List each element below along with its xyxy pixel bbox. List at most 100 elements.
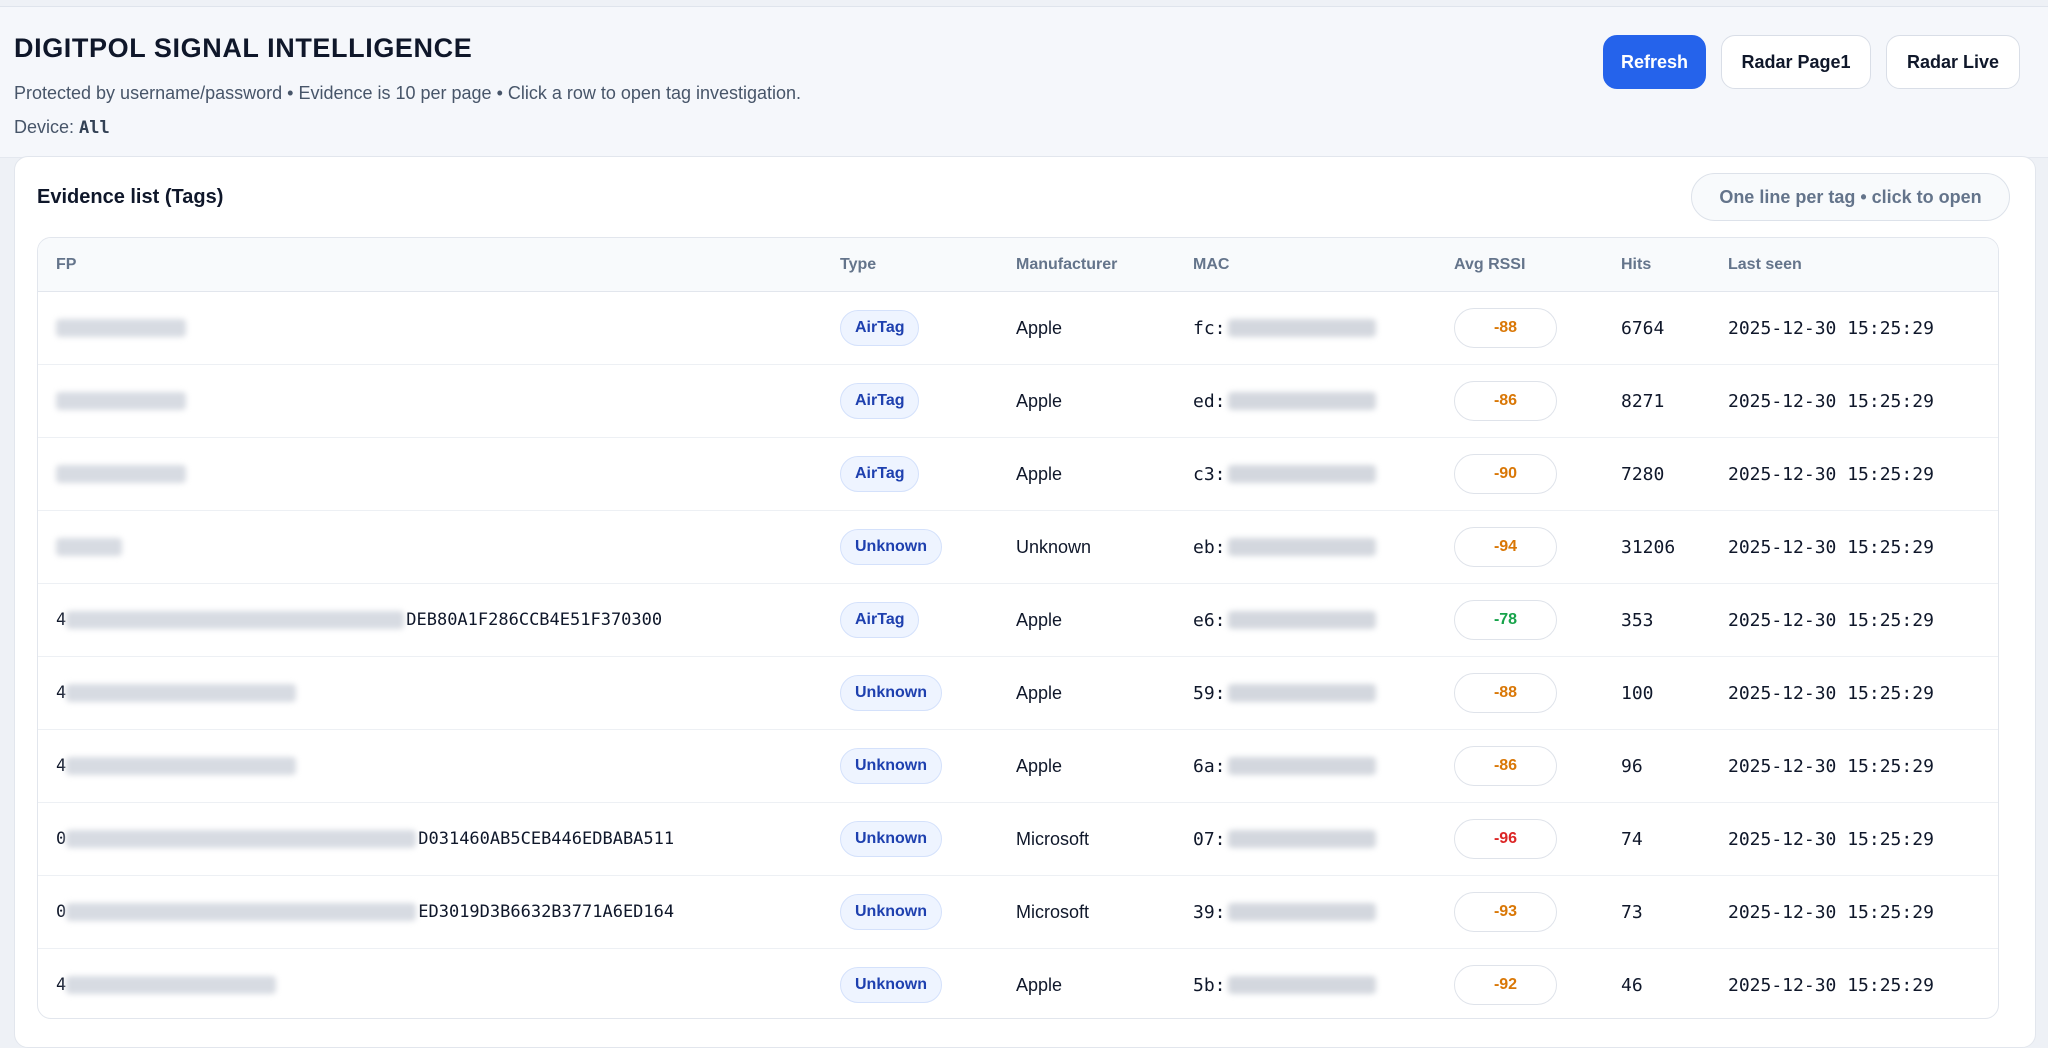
type-badge: Unknown [840,821,942,857]
column-header-mac[interactable]: MAC [1193,256,1229,274]
radar-page1-button[interactable]: Radar Page1 [1721,35,1871,89]
fp-cell [56,365,188,437]
rssi-cell: -88 [1454,657,1557,729]
redacted-mac [1227,538,1376,556]
rssi-cell: -88 [1454,292,1557,364]
rssi-cell: -93 [1454,876,1557,948]
hits-cell: 8271 [1621,390,1665,412]
rssi-badge: -90 [1454,454,1557,494]
table-row[interactable]: Unknown Unknown eb: -94 31206 2025-12-30 15:2… [38,511,1998,584]
page-subtitle: Protected by username/password • Evidenc… [14,83,802,103]
mac-cell: e6: [1193,584,1376,656]
hits-cell: 74 [1621,828,1643,850]
last-seen-cell: 2025-12-30 15:25:29 [1728,901,1934,923]
mac-cell: ed: [1193,365,1376,437]
radar-live-button[interactable]: Radar Live [1886,35,2020,89]
hits-cell: 6764 [1621,317,1665,339]
redacted-fp [66,830,417,848]
fp-prefix: 0 [56,829,67,849]
manufacturer-cell: Apple [1016,390,1063,411]
redacted-fp [66,757,297,775]
type-badge: AirTag [840,602,920,638]
type-cell: Unknown [840,876,942,948]
manufacturer-cell: Microsoft [1016,828,1090,849]
rssi-badge: -93 [1454,892,1557,932]
mac-prefix: ed: [1193,390,1226,412]
last-seen-cell: 2025-12-30 15:25:29 [1728,609,1934,631]
column-header-type[interactable]: Type [840,256,876,274]
manufacturer-cell: Apple [1016,463,1063,484]
rssi-badge: -88 [1454,308,1557,348]
last-seen-cell: 2025-12-30 15:25:29 [1728,390,1934,412]
table-row[interactable]: 4 Unknown Apple 5b: -92 46 2025-12-30 15:25:29 [38,949,1998,1018]
page-header: DIGITPOL SIGNAL INTELLIGENCE Protected b… [0,6,2048,158]
type-cell: Unknown [840,657,942,729]
type-badge: AirTag [840,383,920,419]
last-seen-cell: 2025-12-30 15:25:29 [1728,536,1934,558]
rssi-badge: -96 [1454,819,1557,859]
table-row[interactable]: 4 DEB80A1F286CCB4E51F370300 AirTag Apple e6:… [38,584,1998,657]
rssi-cell: -92 [1454,949,1557,1018]
manufacturer-cell: Microsoft [1016,901,1090,922]
type-cell: AirTag [840,584,920,656]
column-header-hits[interactable]: Hits [1621,256,1651,274]
hint-pill: One line per tag • click to open [1691,173,2010,221]
hits-cell: 7280 [1621,463,1665,485]
mac-prefix: 6a: [1193,755,1226,777]
redacted-fp [56,465,186,483]
fp-cell: 0 ED3019D3B6632B3771A6ED164 [56,876,674,948]
device-filter: Device: All [14,117,110,138]
type-cell: Unknown [840,730,942,802]
column-header-last-seen[interactable]: Last seen [1728,256,1802,274]
manufacturer-cell: Apple [1016,974,1063,995]
fp-prefix: 4 [56,756,67,776]
rssi-badge: -78 [1454,600,1557,640]
mac-cell: 07: [1193,803,1376,875]
refresh-button[interactable]: Refresh [1603,35,1706,89]
mac-prefix: 07: [1193,828,1226,850]
table-row[interactable]: 0 D031460AB5CEB446EDBABA511 Unknown Microso… [38,803,1998,876]
hits-cell: 353 [1621,609,1654,631]
table-row[interactable]: 0 ED3019D3B6632B3771A6ED164 Unknown Microso… [38,876,1998,949]
hits-cell: 31206 [1621,536,1676,558]
rssi-badge: -94 [1454,527,1557,567]
table-row[interactable]: 4 Unknown Apple 6a: -86 96 2025-12-30 15:25:29 [38,730,1998,803]
mac-prefix: fc: [1193,317,1226,339]
fp-cell: 4 DEB80A1F286CCB4E51F370300 [56,584,662,656]
redacted-mac [1227,465,1376,483]
column-header-manufacturer[interactable]: Manufacturer [1016,256,1117,274]
rssi-cell: -96 [1454,803,1557,875]
table-row[interactable]: AirTag Apple ed: -86 8271 2025-12-30 15:25:29 [38,365,1998,438]
last-seen-cell: 2025-12-30 15:25:29 [1728,317,1934,339]
rssi-cell: -94 [1454,511,1557,583]
column-header-avg-rssi[interactable]: Avg RSSI [1454,256,1525,274]
redacted-mac [1227,684,1376,702]
evidence-card: Evidence list (Tags) One line per tag • … [14,156,2036,1048]
column-header-fp[interactable]: FP [56,256,76,274]
hits-cell: 46 [1621,974,1643,996]
mac-prefix: c3: [1193,463,1226,485]
last-seen-cell: 2025-12-30 15:25:29 [1728,974,1934,996]
rssi-badge: -92 [1454,965,1557,1005]
rssi-cell: -86 [1454,730,1557,802]
table-row[interactable]: AirTag Apple c3: -90 7280 2025-12-30 15:25:29 [38,438,1998,511]
mac-cell: eb: [1193,511,1376,583]
table-row[interactable]: 4 Unknown Apple 59: -88 100 2025-12-30 15:25:2… [38,657,1998,730]
table-header: FP Type Manufacturer MAC Avg RSSI Hits L… [38,238,1998,292]
rssi-badge: -88 [1454,673,1557,713]
fp-cell: 4 [56,657,298,729]
fp-cell: 0 D031460AB5CEB446EDBABA511 [56,803,674,875]
mac-cell: 6a: [1193,730,1376,802]
hits-cell: 96 [1621,755,1643,777]
redacted-mac [1227,319,1376,337]
fp-cell: 4 [56,949,278,1018]
redacted-mac [1227,757,1376,775]
type-badge: AirTag [840,310,920,346]
type-badge: Unknown [840,967,942,1003]
table-row[interactable]: AirTag Apple fc: -88 6764 2025-12-30 15:25:29 [38,292,1998,365]
fp-suffix: ED3019D3B6632B3771A6ED164 [418,902,675,922]
device-label: Device: [14,117,75,137]
mac-cell: 59: [1193,657,1376,729]
device-value[interactable]: All [79,118,110,138]
evidence-table: FP Type Manufacturer MAC Avg RSSI Hits L… [37,237,1999,1019]
